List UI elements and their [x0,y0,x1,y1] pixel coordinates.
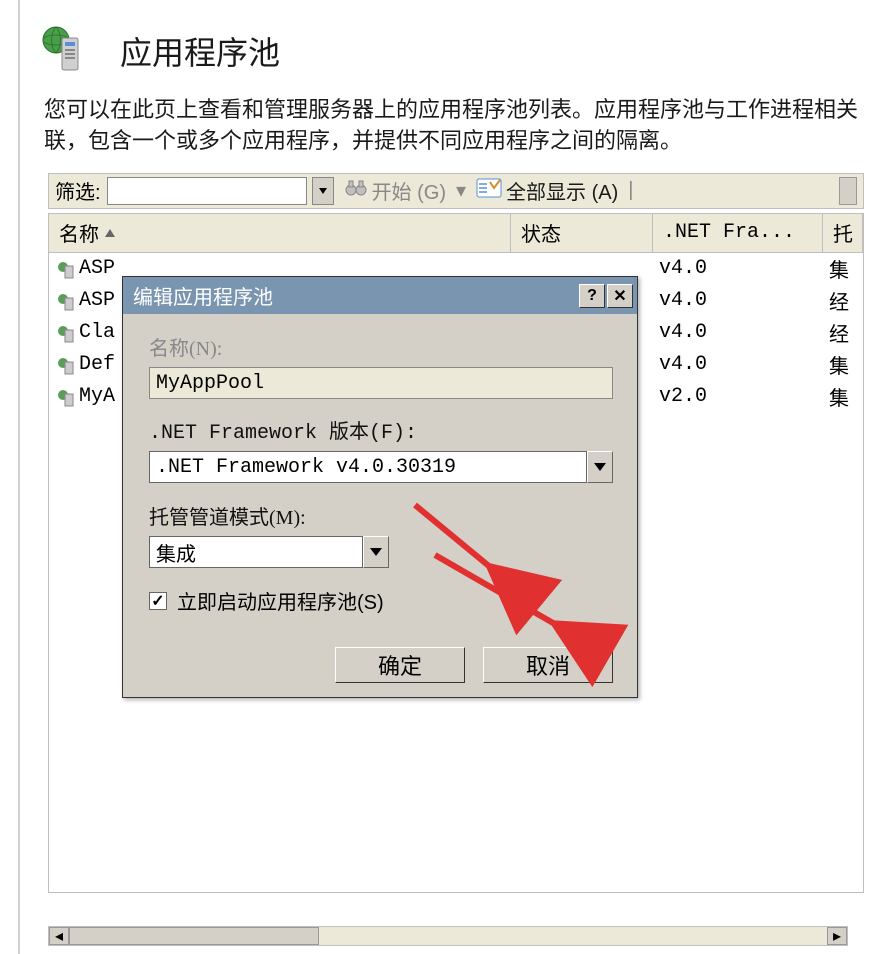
pool-icon [55,387,75,407]
dialog-title: 编辑应用程序池 [133,281,577,310]
filter-label: 筛选: [55,176,101,205]
column-name[interactable]: 名称 [49,214,511,252]
pool-icon [55,355,75,375]
edit-app-pool-dialog: 编辑应用程序池 ? ✕ 名称(N): .NET Framework 版本(F):… [122,276,638,698]
dropdown-button[interactable] [363,536,389,568]
name-label: 名称(N): [149,332,613,361]
framework-value: .NET Framework v4.0.30319 [149,451,587,483]
mode-label: 托管管道模式(M): [149,501,613,530]
pool-icon [55,259,75,279]
pool-icon [55,291,75,311]
autostart-label: 立即启动应用程序池(S) [177,586,384,615]
cancel-button[interactable]: 取消 [483,647,613,683]
scroll-thumb[interactable] [69,927,319,945]
column-managed[interactable]: 托 [823,214,863,252]
app-pool-icon [40,24,88,77]
column-status[interactable]: 状态 [511,214,653,252]
mode-value: 集成 [149,536,363,568]
column-net-framework[interactable]: .NET Fra... [653,214,823,252]
help-button[interactable]: ? [579,284,605,308]
chevron-down-icon [594,463,606,471]
scroll-right-button[interactable]: ▸ [827,927,847,945]
dialog-buttons: 确定 取消 [149,641,613,683]
header: 应用程序池 [20,0,892,95]
horizontal-scrollbar[interactable]: ◂ ▸ [48,926,848,946]
page-title: 应用程序池 [120,28,280,74]
showall-icon [476,178,502,204]
close-button[interactable]: ✕ [607,284,633,308]
sort-asc-icon [105,229,115,237]
autostart-checkbox-row[interactable]: ✓ 立即启动应用程序池(S) [149,586,613,615]
ok-button[interactable]: 确定 [335,647,465,683]
framework-select[interactable]: .NET Framework v4.0.30319 [149,451,613,483]
toolbar: 筛选: 开始 (G) ▾ 全部显示 (A) | [48,173,864,209]
binoculars-icon [344,177,368,205]
filter-dropdown-button[interactable] [312,177,334,205]
dropdown-button[interactable] [587,451,613,483]
separator: ▾ [456,178,466,203]
autostart-checkbox[interactable]: ✓ [149,592,167,610]
pool-icon [55,323,75,343]
separator-pipe: | [628,179,633,202]
dialog-titlebar[interactable]: 编辑应用程序池 ? ✕ [123,277,637,314]
name-input [149,367,613,399]
close-icon: ✕ [613,286,626,306]
pipeline-mode-select[interactable]: 集成 [149,536,389,568]
dialog-body: 名称(N): .NET Framework 版本(F): .NET Framew… [123,314,637,697]
showall-label: 全部显示 (A) [506,176,618,205]
toolbar-overflow[interactable] [839,177,857,205]
page-description: 您可以在此页上查看和管理服务器上的应用程序池列表。应用程序池与工作进程相关联，包… [20,95,892,173]
framework-label: .NET Framework 版本(F): [149,415,613,445]
check-icon: ✓ [151,591,164,611]
go-button[interactable]: 开始 (G) [340,176,450,205]
scroll-left-button[interactable]: ◂ [49,927,69,945]
show-all-button[interactable]: 全部显示 (A) [472,176,622,205]
table-header: 名称 状态 .NET Fra... 托 [49,214,863,253]
chevron-down-icon [370,548,382,556]
filter-input[interactable] [107,177,307,205]
go-label: 开始 (G) [372,176,446,205]
